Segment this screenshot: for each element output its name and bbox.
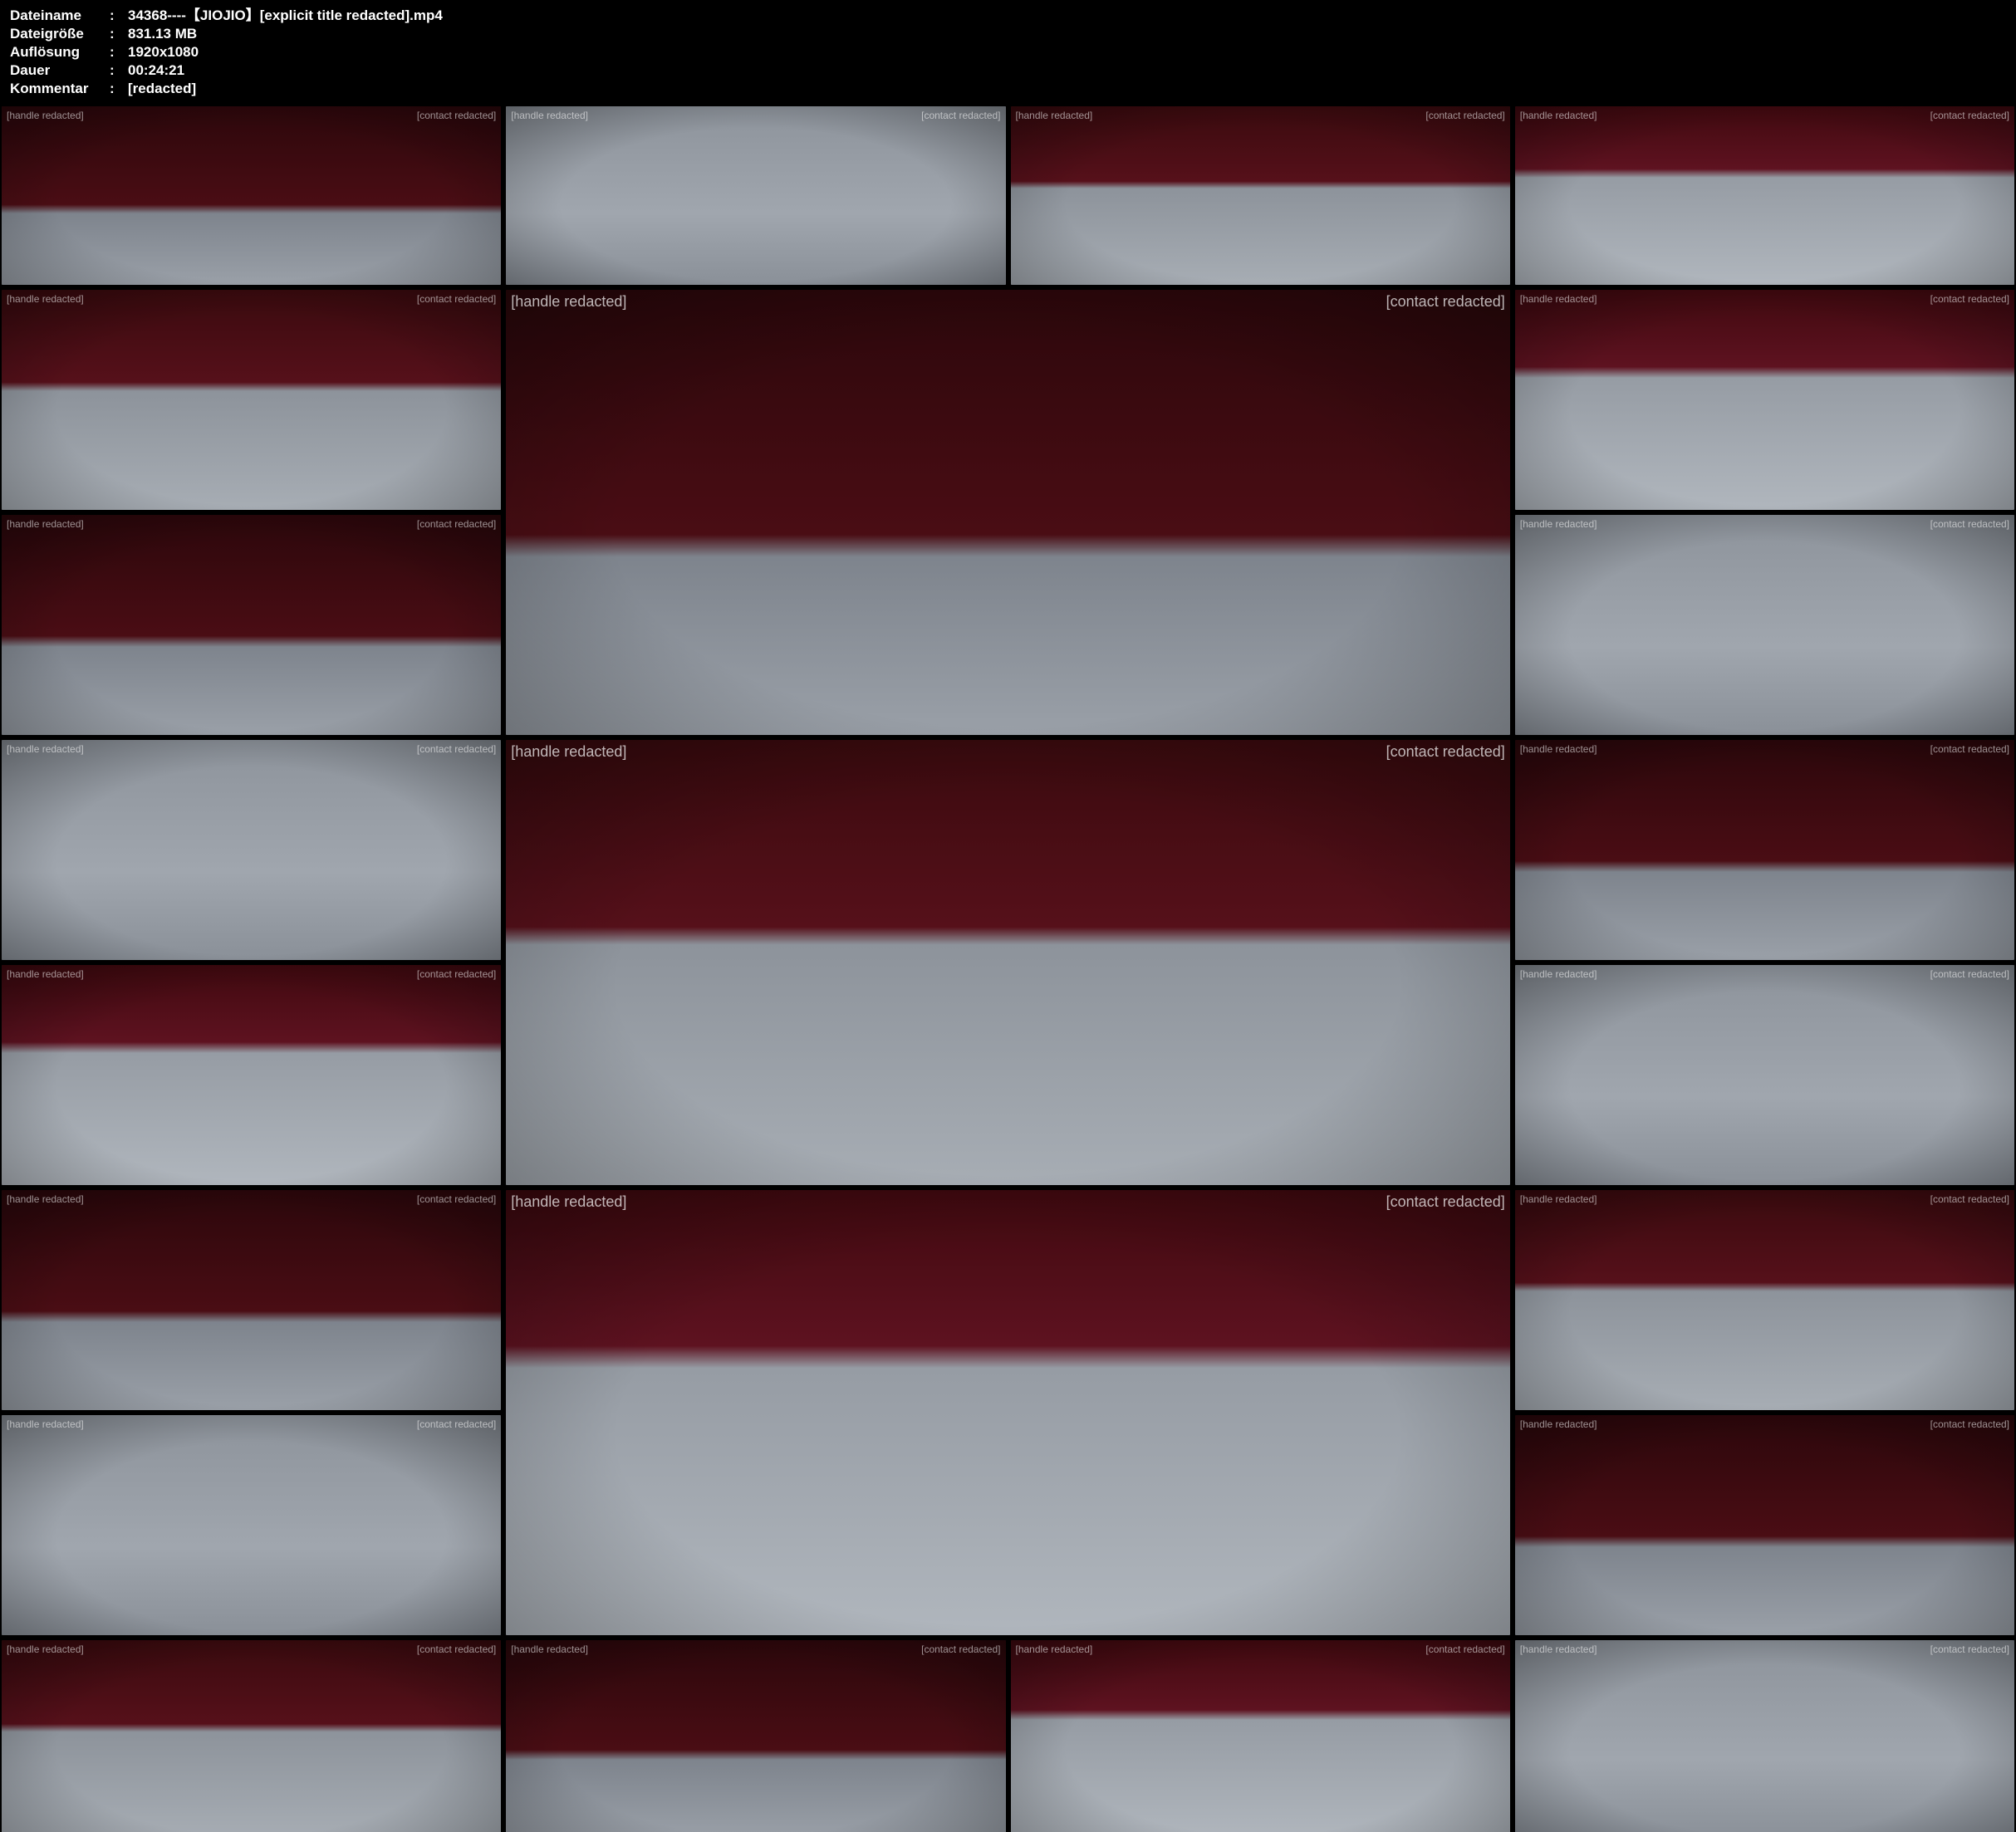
video-thumbnail: [handle redacted][contact redacted] xyxy=(2,1190,501,1410)
video-thumbnail: [handle redacted][contact redacted] xyxy=(1515,1190,2014,1410)
meta-label: Dauer xyxy=(10,61,110,80)
meta-label: Auflösung xyxy=(10,43,110,61)
watermark: [handle redacted][contact redacted] xyxy=(7,1418,496,1430)
video-thumbnail: [handle redacted][contact redacted] xyxy=(2,515,501,735)
watermark: [handle redacted][contact redacted] xyxy=(511,293,1505,311)
video-thumbnail-large: [handle redacted][contact redacted] xyxy=(506,290,1510,735)
watermark: [handle redacted][contact redacted] xyxy=(511,1193,1505,1211)
meta-label: Dateigröße xyxy=(10,25,110,43)
duration-value: 00:24:21 xyxy=(128,61,2006,80)
watermark: [handle redacted][contact redacted] xyxy=(7,518,496,530)
watermark: [handle redacted][contact redacted] xyxy=(7,293,496,305)
video-thumbnail: [handle redacted][contact redacted] xyxy=(2,965,501,1185)
meta-row-filename: Dateiname : 34368----【JIOJIO】[explicit t… xyxy=(10,7,2006,25)
watermark: [handle redacted][contact redacted] xyxy=(511,110,1000,121)
watermark: [handle redacted][contact redacted] xyxy=(1520,293,2009,305)
video-thumbnail: [handle redacted][contact redacted] xyxy=(506,106,1005,285)
video-thumbnail: [handle redacted][contact redacted] xyxy=(1515,290,2014,510)
watermark: [handle redacted][contact redacted] xyxy=(7,1643,496,1655)
video-thumbnail: [handle redacted][contact redacted] xyxy=(2,740,501,960)
video-thumbnail: [handle redacted][contact redacted] xyxy=(1515,515,2014,735)
video-thumbnail: [handle redacted][contact redacted] xyxy=(2,106,501,285)
filename-value: 34368----【JIOJIO】[explicit title redacte… xyxy=(128,7,2006,25)
video-thumbnail: [handle redacted][contact redacted] xyxy=(506,1640,1005,1832)
video-thumbnail: [handle redacted][contact redacted] xyxy=(1515,1640,2014,1832)
video-thumbnail: [handle redacted][contact redacted] xyxy=(1011,106,1510,285)
file-info-header: Dateiname : 34368----【JIOJIO】[explicit t… xyxy=(0,0,2016,103)
watermark: [handle redacted][contact redacted] xyxy=(1520,1643,2009,1655)
video-thumbnail: [handle redacted][contact redacted] xyxy=(1515,740,2014,960)
meta-row-filesize: Dateigröße : 831.13 MB xyxy=(10,25,2006,43)
watermark: [handle redacted][contact redacted] xyxy=(511,1643,1000,1655)
video-thumbnail: [handle redacted][contact redacted] xyxy=(1011,1640,1510,1832)
watermark: [handle redacted][contact redacted] xyxy=(511,743,1505,761)
comment-value: [redacted] xyxy=(128,80,2006,98)
meta-row-comment: Kommentar : [redacted] xyxy=(10,80,2006,98)
video-thumbnail: [handle redacted][contact redacted] xyxy=(1515,965,2014,1185)
video-thumbnail: [handle redacted][contact redacted] xyxy=(1515,106,2014,285)
video-thumbnail: [handle redacted][contact redacted] xyxy=(1515,1415,2014,1635)
watermark: [handle redacted][contact redacted] xyxy=(1520,110,2009,121)
watermark: [handle redacted][contact redacted] xyxy=(1520,968,2009,980)
watermark: [handle redacted][contact redacted] xyxy=(1016,1643,1505,1655)
meta-label: Dateiname xyxy=(10,7,110,25)
filesize-value: 831.13 MB xyxy=(128,25,2006,43)
video-thumbnail: [handle redacted][contact redacted] xyxy=(2,1640,501,1832)
resolution-value: 1920x1080 xyxy=(128,43,2006,61)
watermark: [handle redacted][contact redacted] xyxy=(7,968,496,980)
watermark: [handle redacted][contact redacted] xyxy=(7,1193,496,1205)
watermark: [handle redacted][contact redacted] xyxy=(7,110,496,121)
meta-label: Kommentar xyxy=(10,80,110,98)
watermark: [handle redacted][contact redacted] xyxy=(7,743,496,755)
watermark: [handle redacted][contact redacted] xyxy=(1520,743,2009,755)
video-thumbnail: [handle redacted][contact redacted] xyxy=(2,290,501,510)
video-thumbnail: [handle redacted][contact redacted] xyxy=(2,1415,501,1635)
watermark: [handle redacted][contact redacted] xyxy=(1520,518,2009,530)
watermark: [handle redacted][contact redacted] xyxy=(1016,110,1505,121)
watermark: [handle redacted][contact redacted] xyxy=(1520,1193,2009,1205)
meta-row-resolution: Auflösung : 1920x1080 xyxy=(10,43,2006,61)
watermark: [handle redacted][contact redacted] xyxy=(1520,1418,2009,1430)
meta-row-duration: Dauer : 00:24:21 xyxy=(10,61,2006,80)
thumbnail-grid: [handle redacted][contact redacted] [han… xyxy=(0,103,2016,1832)
video-thumbnail-large: [handle redacted][contact redacted] xyxy=(506,740,1510,1185)
video-thumbnail-large: [handle redacted][contact redacted] xyxy=(506,1190,1510,1635)
